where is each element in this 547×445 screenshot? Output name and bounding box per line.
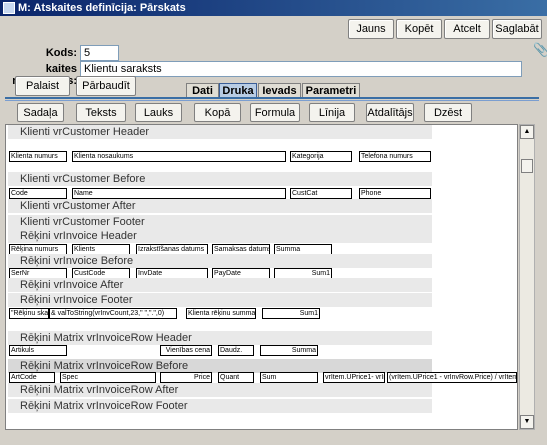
run-button[interactable]: Palaist — [15, 76, 70, 96]
check-button[interactable]: Pārbaudīt — [76, 76, 136, 96]
title-bar: M: Atskaites definīcija: Pārskats — [0, 0, 547, 16]
design-field[interactable]: "Rēķinu skaits : " — [9, 308, 49, 319]
tab-druka[interactable]: Druka — [219, 83, 257, 98]
separator-button[interactable]: Atdalītājs — [366, 103, 414, 122]
band-row-after[interactable]: Rēķini Matrix vrInvoiceRow After — [8, 383, 432, 397]
band-customer-footer[interactable]: Klienti vrCustomer Footer — [8, 215, 432, 229]
band-row-footer[interactable]: Rēķini Matrix vrInvoiceRow Footer — [8, 399, 432, 413]
paperclip-icon[interactable]: 📎 — [533, 42, 547, 58]
new-button[interactable]: Jauns — [348, 19, 394, 39]
cancel-button[interactable]: Atcelt — [444, 19, 490, 39]
scroll-thumb[interactable] — [521, 159, 533, 173]
design-field[interactable]: vrItem.UPrice1- vrIn — [323, 372, 385, 383]
save-button[interactable]: Saglabāt — [492, 19, 542, 39]
design-field[interactable]: Sum — [260, 372, 318, 383]
field-button[interactable]: Lauks — [135, 103, 182, 122]
design-field[interactable]: Spec — [60, 372, 156, 383]
app-icon — [3, 2, 15, 14]
design-field[interactable]: Klienta rēķinu summa — [186, 308, 256, 319]
report-design-area[interactable]: Klienti vrCustomer Header Klienta numurs… — [5, 124, 518, 430]
tab-parametri[interactable]: Parametri — [302, 83, 360, 98]
design-field[interactable]: Sum1 — [262, 308, 320, 319]
band-customer-after[interactable]: Klienti vrCustomer After — [8, 199, 432, 213]
copy-button[interactable]: Kopēt — [396, 19, 442, 39]
tab-dati[interactable]: Dati — [186, 83, 219, 98]
design-field[interactable]: Name — [72, 188, 286, 199]
design-field[interactable]: Phone — [359, 188, 431, 199]
design-field[interactable]: Telefona numurs — [359, 151, 431, 162]
design-field[interactable]: ArtCode — [9, 372, 55, 383]
design-field[interactable]: Quant — [218, 372, 254, 383]
design-field[interactable]: (vrItem.UPrice1 - vrInvRow.Price) / vrIt… — [387, 372, 517, 383]
design-field[interactable]: Vienības cena — [160, 345, 212, 356]
code-field[interactable]: 5 — [80, 45, 119, 61]
scroll-down-icon[interactable]: ▼ — [520, 415, 534, 429]
design-field[interactable]: Code — [9, 188, 67, 199]
design-field[interactable]: Artikuls — [9, 345, 67, 356]
code-label: Kods: — [45, 47, 77, 59]
band-invoice-after[interactable]: Rēķini vrInvoice After — [8, 278, 432, 292]
delete-button[interactable]: Dzēst — [424, 103, 472, 122]
formula-button[interactable]: Formula — [250, 103, 300, 122]
design-field[interactable]: & valToString(vrInvCount,23," ",".",0) — [49, 308, 177, 319]
section-button[interactable]: Sadaļa — [17, 103, 64, 122]
design-field[interactable]: Daudz. — [218, 345, 254, 356]
band-invoice-footer[interactable]: Rēķini vrInvoice Footer — [8, 293, 432, 307]
tab-ievads[interactable]: Ievads — [258, 83, 301, 98]
design-field[interactable]: Kategorija — [290, 151, 352, 162]
design-field[interactable]: Klienta numurs — [9, 151, 67, 162]
total-button[interactable]: Kopā — [194, 103, 241, 122]
window-title: M: Atskaites definīcija: Pārskats — [18, 2, 186, 14]
band-customer-header[interactable]: Klienti vrCustomer Header — [8, 125, 432, 139]
design-field[interactable]: CustCat — [290, 188, 352, 199]
design-field[interactable]: Summa — [260, 345, 318, 356]
vertical-scrollbar[interactable]: ▲ ▼ — [519, 124, 535, 430]
band-row-before[interactable]: Rēķini Matrix vrInvoiceRow Before — [8, 359, 432, 373]
tab-separator-inner — [5, 100, 539, 101]
text-button[interactable]: Teksts — [76, 103, 126, 122]
band-customer-before[interactable]: Klienti vrCustomer Before — [8, 172, 432, 186]
design-field[interactable]: Klienta nosaukums — [72, 151, 286, 162]
scroll-up-icon[interactable]: ▲ — [520, 125, 534, 139]
design-field[interactable]: Price — [160, 372, 212, 383]
name-field[interactable]: Klientu saraksts — [80, 61, 522, 77]
line-button[interactable]: Līnija — [309, 103, 355, 122]
band-row-header[interactable]: Rēķini Matrix vrInvoiceRow Header — [8, 331, 432, 345]
tab-separator — [5, 97, 539, 99]
band-invoice-header[interactable]: Rēķini vrInvoice Header — [8, 229, 432, 243]
band-invoice-before[interactable]: Rēķini vrInvoice Before — [8, 254, 432, 268]
